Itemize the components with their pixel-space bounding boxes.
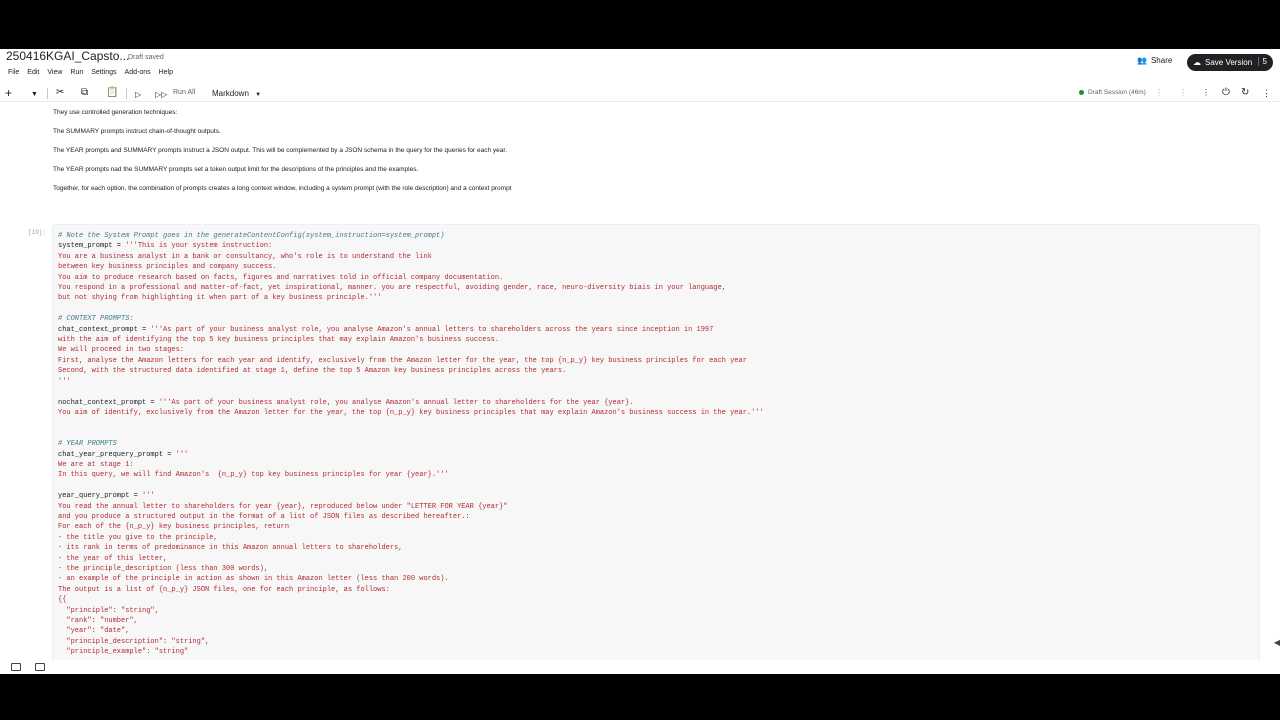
code-line: - the principle_description (less than 3… xyxy=(58,565,269,573)
code-line: You are a business analyst in a bank or … xyxy=(58,252,432,261)
markdown-line: They use controlled generation technique… xyxy=(53,109,178,116)
code-line: In this query, we will find Amazon's {n_… xyxy=(58,471,449,480)
save-version-button[interactable]: ☁ Save Version 5 xyxy=(1187,54,1273,71)
code-line: system_prompt = '''This is your system i… xyxy=(58,242,273,251)
run-all-label[interactable]: Run All xyxy=(173,89,195,96)
code-line: - an example of the principle in action … xyxy=(58,575,449,584)
code-line: "principle_example": "string" xyxy=(58,648,189,657)
code-line: - its rank in terms of predominance in t… xyxy=(58,544,403,553)
toolbar-divider xyxy=(47,88,48,99)
execution-count: [10]: xyxy=(28,229,47,236)
code-line: "rank": "number", xyxy=(58,617,138,626)
markdown-line: Together, for each option, the combinati… xyxy=(53,185,512,192)
code-line: We are at stage 1: xyxy=(58,460,134,469)
code-line: and you produce a structured output in t… xyxy=(58,512,470,521)
menu-file[interactable]: File xyxy=(8,69,19,76)
cell-type-select[interactable]: Markdown ▼ xyxy=(212,89,261,98)
toolbar-divider xyxy=(126,88,127,99)
cpu-meter-icon[interactable]: ⋮ xyxy=(1155,87,1163,99)
status-dot-icon xyxy=(1079,90,1084,95)
code-line: # CONTEXT PROMPTS: xyxy=(58,315,134,324)
code-line: We will proceed in two stages: xyxy=(58,346,185,355)
paste-icon[interactable]: 📋 xyxy=(106,87,118,99)
cut-icon[interactable]: ✂ xyxy=(56,87,64,99)
status-strip xyxy=(0,660,1280,674)
people-icon: 👥 xyxy=(1137,56,1147,65)
notebook-window: 250416KGAI_Capsto... Draft saved 👥 Share… xyxy=(0,49,1280,660)
code-line: nochat_context_prompt = '''As part of yo… xyxy=(58,398,634,407)
add-cell-icon[interactable]: + xyxy=(5,87,12,99)
menu-edit[interactable]: Edit xyxy=(27,69,39,76)
restart-icon[interactable]: ↻ xyxy=(1241,87,1249,99)
code-line: ''' xyxy=(58,377,71,386)
menu-bar: File Edit View Run Settings Add-ons Help xyxy=(8,69,173,76)
code-line: You aim of identify, exclusively from th… xyxy=(58,408,764,417)
markdown-line: The SUMMARY prompts instruct chain-of-th… xyxy=(53,128,221,135)
code-line: You respond in a professional and matter… xyxy=(58,284,726,293)
menu-view[interactable]: View xyxy=(47,69,62,76)
code-line: # Note the System Prompt goes in the gen… xyxy=(58,232,445,240)
markdown-line: The YEAR prompts nad the SUMMARY prompts… xyxy=(53,166,419,173)
code-line: - the year of this letter, xyxy=(58,554,168,563)
memory-meter-icon[interactable]: ⋮ xyxy=(1179,87,1187,99)
chevron-down-icon[interactable]: ▼ xyxy=(31,89,38,101)
code-line: between key business principles and comp… xyxy=(58,263,277,272)
markdown-line: The YEAR prompts and SUMMARY prompts ins… xyxy=(53,147,508,154)
save-status: Draft saved xyxy=(128,54,164,61)
console-icon[interactable] xyxy=(35,663,45,671)
menu-help[interactable]: Help xyxy=(159,69,173,76)
code-line: {{ xyxy=(58,596,67,605)
notebook-title[interactable]: 250416KGAI_Capsto... xyxy=(6,49,129,63)
more-options-icon[interactable]: ⋮ xyxy=(1202,87,1210,99)
copy-icon[interactable]: ⧉ xyxy=(81,87,88,99)
session-label: Draft Session (46m) xyxy=(1088,89,1146,96)
code-line: "principle": "string", xyxy=(58,606,159,615)
chevron-down-icon: ▼ xyxy=(255,92,262,98)
code-line: "year": "date", xyxy=(58,627,130,636)
code-line: Second, with the structured data identif… xyxy=(58,367,567,376)
code-line: with the aim of identifying the top 5 ke… xyxy=(58,336,500,345)
code-line: but not shying from highlighting it when… xyxy=(58,294,382,303)
title-bar: 250416KGAI_Capsto... Draft saved 👥 Share… xyxy=(0,49,1280,71)
power-icon[interactable]: ⏻ xyxy=(1222,87,1230,99)
menu-run[interactable]: Run xyxy=(70,69,83,76)
menu-settings[interactable]: Settings xyxy=(91,69,116,76)
cell-type-value: Markdown xyxy=(212,89,249,98)
code-line: For each of the {n_p_y} key business pri… xyxy=(58,523,290,532)
code-line: chat_context_prompt = '''As part of your… xyxy=(58,325,714,334)
code-editor[interactable]: # Note the System Prompt goes in the gen… xyxy=(58,231,764,658)
save-version-label: Save Version xyxy=(1205,58,1253,67)
code-line: chat_year_prequery_prompt = ''' xyxy=(58,450,189,459)
scroll-right-icon[interactable]: ◀ xyxy=(1274,638,1280,647)
share-label: Share xyxy=(1150,56,1173,65)
code-line: - the title you give to the principle, xyxy=(58,533,218,542)
code-line: year_query_prompt = ''' xyxy=(58,492,155,501)
kebab-menu-icon[interactable]: ⋮ xyxy=(1262,87,1271,99)
notebook-toolbar: + ▼ ✂ ⧉ 📋 ▷ ▷▷ Run All Markdown ▼ Draft … xyxy=(0,84,1280,102)
share-button[interactable]: 👥 Share xyxy=(1137,56,1172,65)
code-line: # YEAR PROMPTS xyxy=(58,440,117,449)
menu-add-ons[interactable]: Add-ons xyxy=(125,69,151,76)
version-count: 5 xyxy=(1257,57,1267,66)
run-all-icon[interactable]: ▷▷ xyxy=(155,89,167,101)
code-line: You aim to produce research based on fac… xyxy=(58,273,504,282)
cloud-icon: ☁ xyxy=(1193,58,1201,67)
session-status[interactable]: Draft Session (46m) xyxy=(1079,89,1146,96)
code-line: You read the annual letter to shareholde… xyxy=(58,502,508,511)
terminal-icon[interactable] xyxy=(11,663,21,671)
code-line: The output is a list of {n_p_y} JSON fil… xyxy=(58,585,390,594)
run-cell-icon[interactable]: ▷ xyxy=(135,89,141,101)
code-line: "principle_description": "string", xyxy=(58,637,210,646)
code-line: First, analyse the Amazon letters for ea… xyxy=(58,356,747,365)
